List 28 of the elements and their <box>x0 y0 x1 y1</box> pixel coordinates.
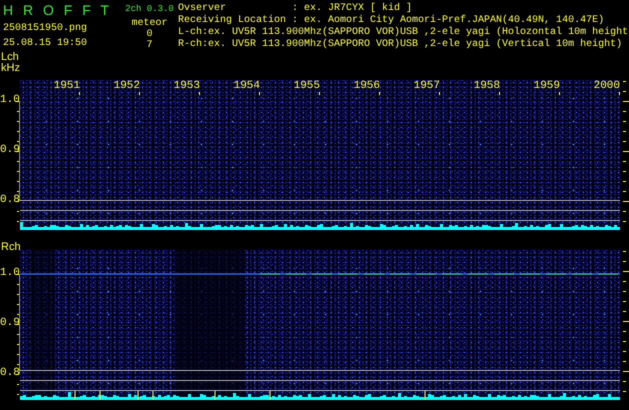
time-label: 1955 <box>294 81 320 92</box>
file-name: 2508151950.png <box>3 22 88 34</box>
time-label: 2000 <box>594 81 620 92</box>
info-line: L-ch:ex. UV5R 113.900Mhz(SAPPORO VOR)USB ,2-ele yagi (Holozontal 10m height <box>178 27 628 38</box>
time-label: 1951 <box>54 81 80 92</box>
meteor-count: 0 <box>146 29 152 40</box>
frequency-label: 0.8 <box>0 368 20 379</box>
info-line: Receiving Location : ex. Aomori City Aomori-Pref.JAPAN(40.49N, 140.47E) <box>178 15 606 26</box>
time-label: 1952 <box>114 81 140 92</box>
frequency-label: 0.9 <box>0 318 20 329</box>
channel-label: Lch <box>0 52 20 63</box>
info-line: Ovserver : ex. JR7CYX [ kid ] <box>178 3 414 14</box>
meteor-label: meteor <box>131 18 168 29</box>
version-label: 2ch 0.3.0 <box>125 3 174 15</box>
time-label: 1959 <box>534 81 560 92</box>
app-title: H R O F F T <box>3 2 113 18</box>
meteor-count: 7 <box>146 40 152 51</box>
time-label: 1953 <box>174 81 200 92</box>
time-label: 1954 <box>234 81 260 92</box>
time-label: 1956 <box>354 81 380 92</box>
channel-label: Rch <box>0 241 21 253</box>
unit-label: kHz <box>0 63 21 74</box>
frequency-label: 0.8 <box>0 195 20 206</box>
info-line: R-ch:ex. UV5R 113.900Mhz(SAPPORO VOR)USB ,2-ele yagi (Vertical 10m height) <box>178 39 624 51</box>
time-label: 1957 <box>414 81 440 92</box>
date-time: 25.08.15 19:50 <box>3 38 88 49</box>
frequency-label: 0.9 <box>0 145 20 156</box>
time-label: 1958 <box>474 81 500 92</box>
